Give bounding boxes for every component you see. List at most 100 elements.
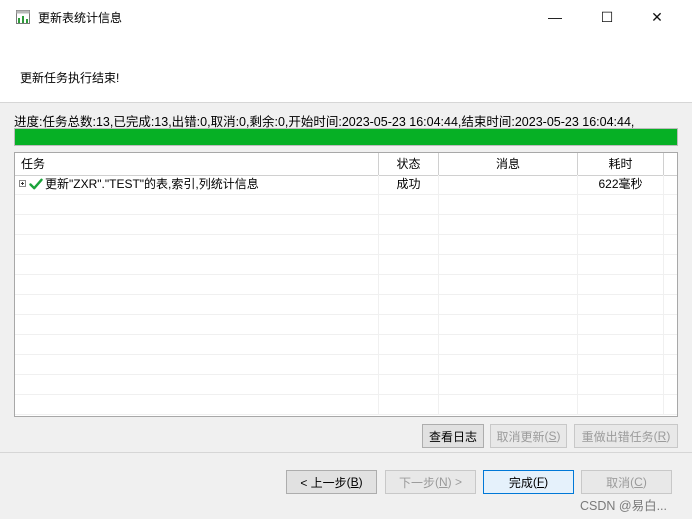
empty-cell <box>578 195 664 214</box>
elapsed-cell: 622毫秒 <box>578 175 664 194</box>
empty-cell <box>578 375 664 394</box>
prev-step-label: < 上一步 <box>300 475 347 490</box>
next-step-suffix: > <box>451 475 463 489</box>
finish-label: 完成 <box>508 475 533 490</box>
column-header-message[interactable]: 消息 <box>439 153 578 175</box>
empty-table-row <box>15 395 677 415</box>
minimize-button[interactable]: — <box>532 0 578 34</box>
empty-cell <box>578 315 664 334</box>
empty-cell <box>578 275 664 294</box>
empty-cell <box>379 195 439 214</box>
empty-cell <box>15 335 379 354</box>
column-header-status[interactable]: 状态 <box>379 153 439 175</box>
empty-cell <box>578 355 664 374</box>
empty-cell <box>578 335 664 354</box>
empty-table-row <box>15 255 677 275</box>
empty-cell <box>15 215 379 234</box>
redo-failed-button[interactable]: 重做出错任务(R) <box>574 424 678 448</box>
empty-table-row <box>15 235 677 255</box>
empty-cell <box>439 295 578 314</box>
empty-cell <box>15 315 379 334</box>
cancel-button[interactable]: 取消(C) <box>581 470 672 494</box>
progress-bar-fill <box>15 129 677 145</box>
dialog-window: 更新表统计信息 — ☐ ✕ 更新任务执行结束! 进度:任务总数:13,已完成:1… <box>0 0 692 519</box>
next-step-label: 下一步 <box>398 475 435 490</box>
empty-cell <box>15 195 379 214</box>
cancel-update-label: 取消更新 <box>496 429 545 444</box>
empty-cell <box>439 335 578 354</box>
empty-cell <box>379 255 439 274</box>
empty-cell <box>379 335 439 354</box>
message-cell <box>439 175 578 194</box>
empty-table-row <box>15 195 677 215</box>
empty-cell <box>578 215 664 234</box>
empty-cell <box>578 295 664 314</box>
maximize-button[interactable]: ☐ <box>584 0 630 34</box>
view-log-button[interactable]: 查看日志 <box>422 424 484 448</box>
empty-cell <box>379 355 439 374</box>
empty-cell <box>15 375 379 394</box>
cancel-label: 取消 <box>606 475 631 490</box>
empty-table-row <box>15 375 677 395</box>
cancel-update-accel: S <box>548 429 557 443</box>
close-icon: ✕ <box>651 8 663 25</box>
expand-icon[interactable] <box>19 180 26 187</box>
empty-table-row <box>15 335 677 355</box>
table-row[interactable]: 更新"ZXR"."TEST"的表,索引,列统计信息 成功 622毫秒 <box>15 175 677 195</box>
empty-table-row <box>15 215 677 235</box>
empty-cell <box>15 255 379 274</box>
empty-cell <box>578 255 664 274</box>
status-cell: 成功 <box>379 175 439 194</box>
empty-cell <box>15 355 379 374</box>
minimize-icon: — <box>548 9 562 25</box>
empty-table-row <box>15 295 677 315</box>
table-header: 任务 状态 消息 耗时 <box>15 153 677 176</box>
csdn-watermark: CSDN @易白... <box>580 499 667 513</box>
title-bar: 更新表统计信息 — ☐ ✕ <box>0 0 692 34</box>
task-table[interactable]: 任务 状态 消息 耗时 更新"ZXR"."TEST"的表,索引,列统计信息 成功… <box>14 152 678 417</box>
next-step-accel: N <box>439 475 448 489</box>
finish-button[interactable]: 完成(F) <box>483 470 574 494</box>
footer-divider <box>0 452 692 453</box>
redo-failed-accel: R <box>657 429 667 443</box>
empty-cell <box>439 255 578 274</box>
empty-table-row <box>15 355 677 375</box>
success-check-icon <box>29 178 43 190</box>
column-header-elapsed[interactable]: 耗时 <box>578 153 664 175</box>
task-name: 更新"ZXR"."TEST"的表,索引,列统计信息 <box>45 177 259 191</box>
table-stats-icon <box>16 10 30 24</box>
empty-cell <box>439 315 578 334</box>
cancel-accel: C <box>634 475 643 489</box>
wizard-header: 更新任务执行结束! <box>0 34 692 103</box>
column-header-task[interactable]: 任务 <box>15 153 379 175</box>
cancel-update-button[interactable]: 取消更新(S) <box>490 424 567 448</box>
empty-cell <box>439 235 578 254</box>
empty-cell <box>439 355 578 374</box>
empty-cell <box>578 395 664 414</box>
prev-step-accel: B <box>350 475 359 489</box>
window-title: 更新表统计信息 <box>38 11 123 25</box>
view-log-label: 查看日志 <box>428 429 477 444</box>
redo-failed-label: 重做出错任务 <box>581 429 654 444</box>
empty-cell <box>379 235 439 254</box>
empty-cell <box>439 215 578 234</box>
empty-table-row <box>15 275 677 295</box>
prev-step-button[interactable]: < 上一步(B) <box>286 470 377 494</box>
status-message: 更新任务执行结束! <box>20 71 120 85</box>
empty-cell <box>439 195 578 214</box>
progress-bar <box>14 128 678 146</box>
empty-cell <box>439 275 578 294</box>
close-button[interactable]: ✕ <box>634 0 680 34</box>
finish-accel: F <box>536 475 545 489</box>
empty-cell <box>15 235 379 254</box>
empty-cell <box>379 295 439 314</box>
empty-cell <box>439 395 578 414</box>
empty-cell <box>439 375 578 394</box>
empty-cell <box>15 295 379 314</box>
empty-cell <box>379 215 439 234</box>
maximize-icon: ☐ <box>600 8 614 25</box>
empty-cell <box>15 275 379 294</box>
next-step-button[interactable]: 下一步(N) > <box>385 470 476 494</box>
empty-cell <box>379 275 439 294</box>
empty-cell <box>379 395 439 414</box>
